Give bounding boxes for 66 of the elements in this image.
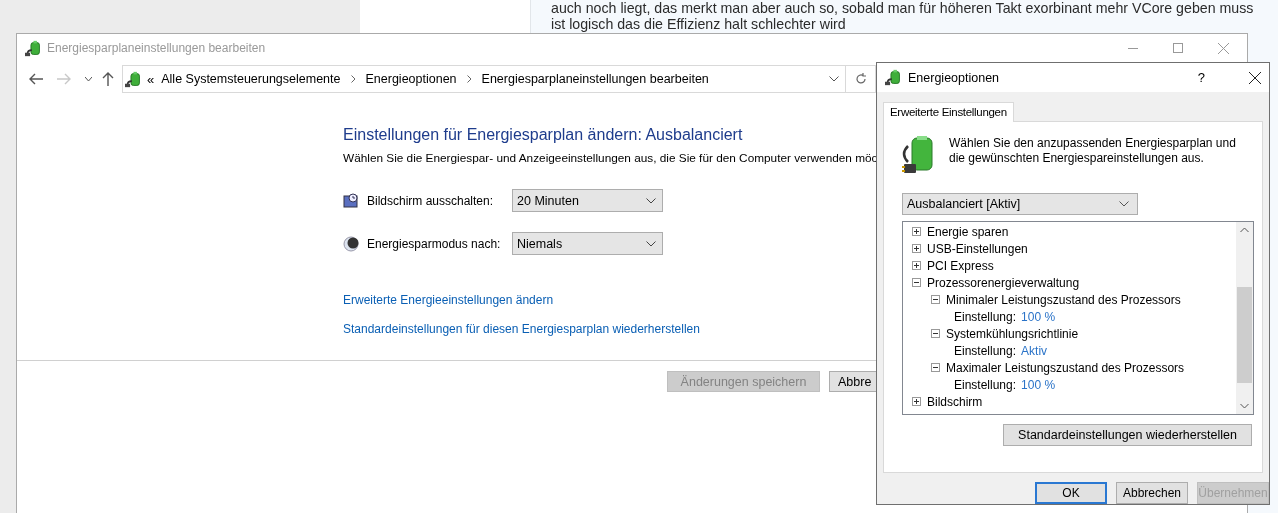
setting-label: Energiesparmodus nach:	[367, 236, 502, 251]
help-button[interactable]: ?	[1197, 70, 1205, 85]
maximize-icon[interactable]	[1173, 43, 1183, 53]
tree-item[interactable]: Minimaler Leistungszustand des Prozessors	[946, 292, 1181, 307]
power-plug-icon	[25, 39, 42, 57]
chevron-icon[interactable]	[466, 75, 472, 83]
window-title: Energiesparplaneinstellungen bearbeiten	[47, 41, 266, 55]
intro-text: Wählen Sie den anzupassenden Energiesparplan und die gewünschten Energiespareinstellungen aus.	[949, 136, 1237, 166]
collapse-icon[interactable]	[931, 329, 940, 338]
collapse-icon[interactable]	[912, 278, 921, 287]
power-plug-icon	[885, 69, 902, 86]
chevron-icon[interactable]	[350, 75, 356, 83]
tab[interactable]: Erweiterte Einstellungen	[883, 102, 1014, 122]
link[interactable]: Standardeinstellungen für diesen Energiesparplan wiederherstellen	[343, 322, 700, 336]
scrollbar[interactable]	[1236, 222, 1253, 414]
tree-item[interactable]: Prozessorenergieverwaltung	[927, 275, 1080, 290]
expand-icon[interactable]	[912, 227, 921, 236]
setting-value[interactable]: 100 %	[1021, 309, 1056, 324]
scroll-thumb[interactable]	[1237, 287, 1252, 383]
breadcrumb[interactable]: Energieoptionen	[365, 72, 457, 86]
setting-value[interactable]: Aktiv	[1021, 343, 1048, 358]
expand-icon[interactable]	[912, 244, 921, 253]
tree-item[interactable]: Bildschirm	[927, 394, 983, 409]
tree-item[interactable]: Maximaler Leistungszustand des Prozessors	[946, 360, 1185, 375]
page-text: auch noch liegt, das merkt man aber auch so, sobald man für höheren Takt exorbinant mehr VCore geben muss	[551, 0, 1255, 16]
tree-item[interactable]: Systemkühlungsrichtlinie	[946, 326, 1079, 341]
link[interactable]: Erweiterte Energieeinstellungen ändern	[343, 293, 554, 307]
description-text: Wählen Sie die Energiespar- und Anzeigeeinstellungen aus, die Sie für den Computer verwenden möc	[343, 151, 877, 165]
page-heading: Einstellungen für Energiesparplan ändern: Ausbalanciert	[343, 126, 744, 144]
dropdown[interactable]: 20 Minuten	[512, 189, 663, 212]
caret-icon	[646, 197, 656, 204]
monitor-clock-icon	[343, 192, 359, 209]
dialog-button[interactable]: OK	[1035, 482, 1107, 504]
refresh-icon	[854, 73, 867, 85]
address-bar[interactable]: « Alle Systemsteuerungselemente Energieoptionen Energiesparplaneinstellungen bearbeiten	[122, 65, 846, 93]
expand-icon[interactable]	[912, 397, 921, 406]
power-plug-icon	[125, 70, 142, 88]
setting-value[interactable]: 100 %	[1021, 377, 1056, 392]
plan-dropdown[interactable]: Ausbalanciert [Aktiv]	[902, 193, 1138, 215]
tree-item[interactable]: Energie sparen	[927, 224, 1009, 239]
expand-icon[interactable]	[912, 261, 921, 270]
up-arrow-icon[interactable]	[102, 72, 114, 86]
caret-icon	[1119, 201, 1129, 207]
restore-defaults-button[interactable]: Standardeinstellungen wiederherstellen	[1003, 424, 1252, 446]
collapse-icon[interactable]	[931, 363, 940, 372]
overflow-chevron[interactable]: «	[147, 71, 155, 87]
caret-icon[interactable]	[85, 77, 92, 81]
breadcrumb[interactable]: Energiesparplaneinstellungen bearbeiten	[481, 72, 709, 86]
caret-icon	[646, 240, 656, 247]
dropdown[interactable]: Niemals	[512, 232, 663, 255]
setting-label: Bildschirm ausschalten:	[367, 193, 495, 208]
setting-label: Einstellung:	[954, 377, 1017, 392]
setting-label: Einstellung:	[954, 343, 1017, 358]
minimize-icon[interactable]	[1128, 47, 1138, 49]
dialog-title: Energieoptionen	[908, 70, 1000, 85]
collapse-icon[interactable]	[931, 295, 940, 304]
page-text: ist logisch das die Effizienz halt schlechter wird	[551, 16, 847, 32]
setting-label: Einstellung:	[954, 309, 1017, 324]
close-icon[interactable]	[1249, 71, 1261, 84]
breadcrumb[interactable]: Alle Systemsteuerungselemente	[161, 72, 341, 86]
tree-item[interactable]: PCI Express	[927, 258, 994, 273]
tree-item[interactable]: USB-Einstellungen	[927, 241, 1028, 256]
back-arrow-icon[interactable]	[29, 73, 43, 85]
dialog-button[interactable]: Abbrechen	[1116, 482, 1188, 504]
moon-icon	[343, 235, 359, 252]
caret-icon[interactable]	[829, 76, 839, 82]
